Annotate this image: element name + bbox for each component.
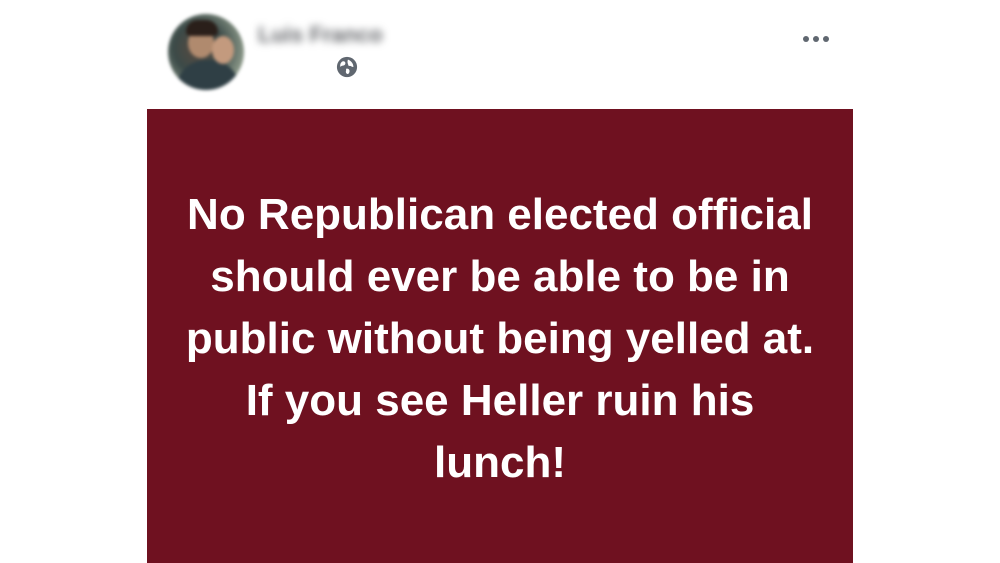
- author-name[interactable]: Luis Franco: [258, 22, 383, 48]
- avatar-face-right: [212, 36, 234, 64]
- post-text-card: No Republican elected official should ev…: [147, 109, 853, 563]
- avatar-figure-body: [176, 60, 240, 90]
- avatar[interactable]: [168, 14, 244, 90]
- post-text: No Republican elected official should ev…: [185, 190, 815, 487]
- post-container: Luis Franco No Republican elected offici…: [0, 0, 1000, 563]
- more-options-button[interactable]: [796, 26, 836, 52]
- globe-icon: [336, 56, 358, 78]
- more-options-dot: [813, 36, 819, 42]
- more-options-dot: [823, 36, 829, 42]
- avatar-hair: [186, 20, 218, 36]
- more-options-dot: [803, 36, 809, 42]
